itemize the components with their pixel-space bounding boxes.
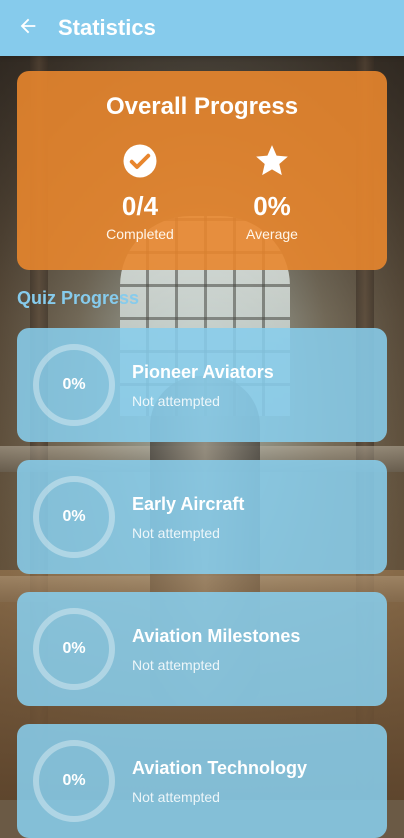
progress-percent: 0% bbox=[62, 376, 86, 393]
progress-ring: 0% bbox=[33, 344, 115, 426]
progress-ring: 0% bbox=[33, 476, 115, 558]
average-value: 0% bbox=[253, 191, 291, 221]
completed-stat: 0/4 Completed bbox=[80, 143, 200, 242]
average-label: Average bbox=[246, 226, 298, 242]
quiz-status: Not attempted bbox=[132, 393, 220, 409]
back-button[interactable] bbox=[0, 6, 56, 50]
quiz-name: Aviation Technology bbox=[132, 758, 308, 778]
quiz-status: Not attempted bbox=[132, 657, 220, 673]
completed-label: Completed bbox=[106, 226, 174, 242]
quiz-status: Not attempted bbox=[132, 525, 220, 541]
quiz-card-early-aircraft[interactable]: 0% Early Aircraft Not attempted bbox=[17, 460, 387, 574]
overall-progress-title: Overall Progress bbox=[105, 93, 299, 120]
progress-ring: 0% bbox=[33, 608, 115, 690]
star-icon bbox=[253, 142, 291, 185]
quiz-card-pioneer-aviators[interactable]: 0% Pioneer Aviators Not attempted bbox=[17, 328, 387, 442]
progress-ring: 0% bbox=[33, 740, 115, 822]
quiz-name: Aviation Milestones bbox=[132, 626, 301, 646]
progress-percent: 0% bbox=[62, 772, 86, 789]
quiz-progress-heading: Quiz Progress bbox=[17, 288, 140, 308]
progress-percent: 0% bbox=[62, 640, 86, 657]
quiz-card-aviation-technology[interactable]: 0% Aviation Technology Not attempted bbox=[17, 724, 387, 838]
app-bar: Statistics bbox=[0, 0, 404, 56]
page-title: Statistics bbox=[58, 15, 156, 40]
quiz-status: Not attempted bbox=[132, 789, 220, 805]
quiz-name: Pioneer Aviators bbox=[132, 362, 274, 382]
average-stat: 0% Average bbox=[212, 143, 332, 242]
arrow-left-icon bbox=[17, 15, 39, 42]
progress-percent: 0% bbox=[62, 508, 86, 525]
overall-progress-card: Overall Progress 0/4 Completed 0% Averag… bbox=[17, 71, 387, 270]
completed-value: 0/4 bbox=[121, 191, 159, 221]
quiz-card-aviation-milestones[interactable]: 0% Aviation Milestones Not attempted bbox=[17, 592, 387, 706]
check-circle-icon bbox=[122, 143, 158, 184]
quiz-name: Early Aircraft bbox=[132, 494, 245, 514]
